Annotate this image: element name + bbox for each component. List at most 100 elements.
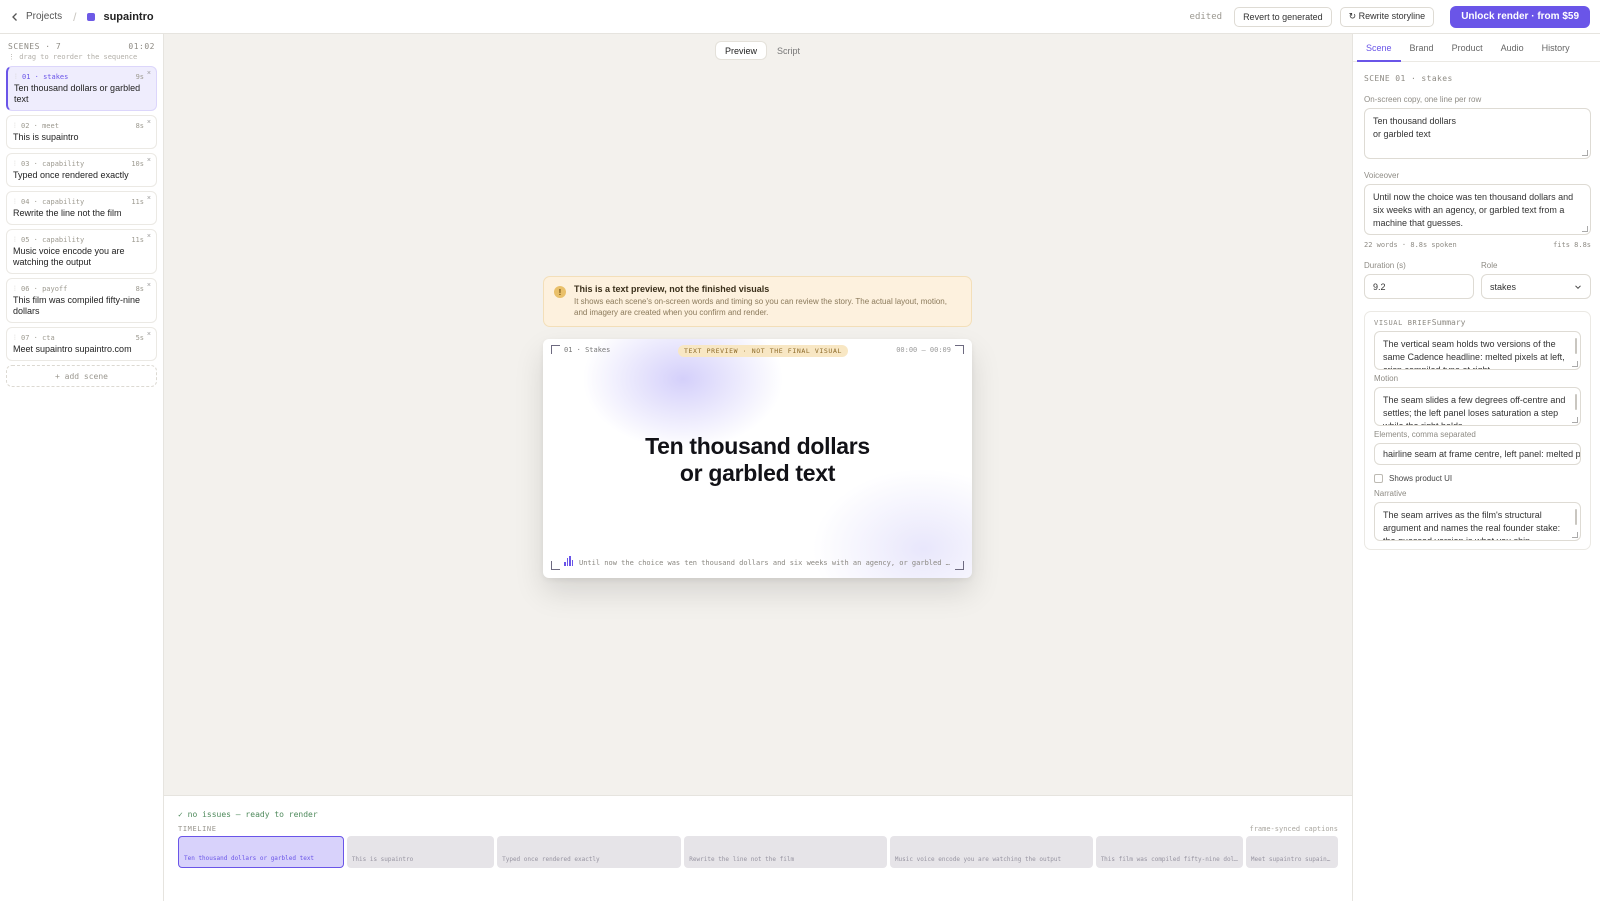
timeline-segment[interactable]: This film was compiled fifty-nine dollar… [1095,836,1243,868]
edit-status: edited [1189,11,1223,22]
captions-label: frame-synced captions [1249,825,1338,833]
drag-handle-icon[interactable]: ⋮ [12,236,18,243]
scene-title: Music voice encode you are watching the … [13,246,125,267]
close-icon[interactable]: × [147,331,151,338]
text-preview-badge: TEXT PREVIEW · NOT THE FINAL VISUAL [678,345,848,357]
notice-title: This is a text preview, not the finished… [574,284,770,294]
revert-button[interactable]: Revert to generated [1234,6,1332,27]
timeline-segment[interactable]: Rewrite the line not the film [684,836,887,868]
project-color-swatch [87,12,96,21]
inspector-panel: Scene Brand Product Audio History SCENE 01 ·… [1352,34,1600,901]
motion-label: Motion [1374,374,1399,383]
voiceover-fit: fits 8.8s [1553,241,1591,249]
scene-duration: 9s [135,73,144,81]
scene-card[interactable]: ⋮ × 03 · capability 10s Typed once rendered … [6,153,157,187]
drag-handle-icon[interactable]: ⋮ [12,285,18,292]
close-icon[interactable]: × [147,195,151,202]
timeline-segment[interactable]: Meet supaintro supaintro.com [1245,836,1338,868]
drag-handle-icon[interactable]: ⋮ [12,334,18,341]
timeline-segment[interactable]: Typed once rendered exactly [497,836,682,868]
reorder-hint: ⋮ drag to reorder the sequence [8,53,138,61]
scene-card[interactable]: ⋮ × 01 · stakes 9s Ten thousand dollars or g… [6,66,157,111]
inspector-scene-label: SCENE 01 · stakes [1364,74,1453,83]
scene-role: 01 · stakes [22,73,69,81]
scene-card[interactable]: ⋮ × 05 · capability 11s Music voice encode y… [6,229,157,274]
frame-corner [551,345,560,354]
scene-duration: 11s [131,198,144,206]
tab-brand[interactable]: Brand [1401,34,1443,61]
motion-field[interactable]: The seam slides a few degrees off-centre… [1374,387,1581,426]
tab-scene[interactable]: Scene [1357,34,1401,62]
role-select[interactable]: stakes [1481,274,1591,299]
on-screen-copy-field[interactable]: Ten thousand dollars or garbled text [1364,108,1591,159]
scene-role: 05 · capability [21,236,85,244]
scene-role: 07 · cta [21,334,55,342]
scene-role: 04 · capability [21,198,85,206]
visual-brief-title: VISUAL BRIEF [1374,319,1432,327]
scene-title: Typed once rendered exactly [13,170,129,180]
scrollbar[interactable] [1575,509,1577,525]
timeline-segment[interactable]: Ten thousand dollars or garbled text [178,836,344,868]
scrollbar[interactable] [1575,394,1577,410]
copy-line: Ten thousand dollars [1373,116,1457,126]
segment-label: Rewrite the line not the film [689,856,795,863]
scene-card[interactable]: ⋮ × 04 · capability 11s Rewrite the line not… [6,191,157,225]
close-icon[interactable]: × [147,119,151,126]
timeline-segment[interactable]: This is supaintro [346,836,495,868]
scene-title: Rewrite the line not the film [13,208,122,218]
headline-line: Ten thousand dollars [645,433,870,459]
preview-voiceover: Until now the choice was ten thousand do… [579,559,951,567]
motion-text: The seam slides a few degrees off-centre… [1383,395,1566,426]
tab-script[interactable]: Script [768,42,809,59]
unlock-render-button[interactable]: Unlock render · from $59 [1450,5,1590,28]
drag-handle-icon[interactable]: ⋮ [12,122,18,129]
scene-title: Meet supaintro supaintro.com [13,344,132,354]
elements-input[interactable]: hairline seam at frame centre, left pane… [1374,443,1581,465]
tab-audio[interactable]: Audio [1492,34,1533,61]
role-value: stakes [1490,281,1517,292]
view-toggle: Preview Script [716,42,809,59]
project-name[interactable]: supaintro [103,11,153,23]
segment-label: Ten thousand dollars or garbled text [184,855,315,862]
shows-product-ui-checkbox[interactable] [1374,474,1383,483]
visual-brief-header: VISUAL BRIEFSummary [1374,318,1581,327]
rewrite-storyline-button[interactable]: ↻ Rewrite storyline [1339,6,1435,27]
scene-role: 02 · meet [21,122,59,130]
preview-scene-label: 01 · Stakes [564,346,611,354]
voiceover-field[interactable]: Until now the choice was ten thousand do… [1364,184,1591,235]
segment-label: Typed once rendered exactly [502,856,600,863]
summary-text: The vertical seam holds two versions of … [1383,339,1565,370]
scrollbar[interactable] [1575,338,1577,354]
scene-list: ⋮ × 01 · stakes 9s Ten thousand dollars or g… [6,66,157,361]
total-duration: 01:02 [128,42,155,51]
scene-card[interactable]: ⋮ × 06 · payoff 8s This film was compiled fi… [6,278,157,323]
close-icon[interactable]: × [147,70,151,77]
segment-label: This film was compiled fifty-nine dollar… [1100,856,1239,863]
drag-handle-icon[interactable]: ⋮ [12,198,18,205]
scene-role: 03 · capability [21,160,85,168]
frame-corner [955,561,964,570]
warning-icon: ! [554,286,566,298]
drag-handle-icon[interactable]: ⋮ [13,73,19,80]
summary-field[interactable]: The vertical seam holds two versions of … [1374,331,1581,370]
timeline-segment[interactable]: Music voice encode you are watching the … [889,836,1093,868]
add-scene-button[interactable]: + add scene [6,365,157,387]
close-icon[interactable]: × [147,157,151,164]
role-label: Role [1481,261,1498,270]
narrative-field[interactable]: The seam arrives as the film's structura… [1374,502,1581,541]
voiceover-label: Voiceover [1364,171,1400,180]
tab-product[interactable]: Product [1443,34,1492,61]
back-to-projects-link[interactable]: Projects [10,11,62,22]
scene-card[interactable]: ⋮ × 02 · meet 8s This is supaintro [6,115,157,149]
shows-product-ui-label: Shows product UI [1389,474,1453,483]
close-icon[interactable]: × [147,282,151,289]
duration-input[interactable]: 9.2 [1364,274,1474,299]
close-icon[interactable]: × [147,233,151,240]
elements-label: Elements, comma separated [1374,430,1476,439]
headline-line: or garbled text [679,460,836,486]
scene-card[interactable]: ⋮ × 07 · cta 5s Meet supaintro supaintro.com [6,327,157,361]
timeline-panel: ✓ no issues — ready to render TIMELINE f… [164,795,1352,901]
drag-handle-icon[interactable]: ⋮ [12,160,18,167]
tab-history[interactable]: History [1533,34,1579,61]
tab-preview[interactable]: Preview [716,42,767,59]
